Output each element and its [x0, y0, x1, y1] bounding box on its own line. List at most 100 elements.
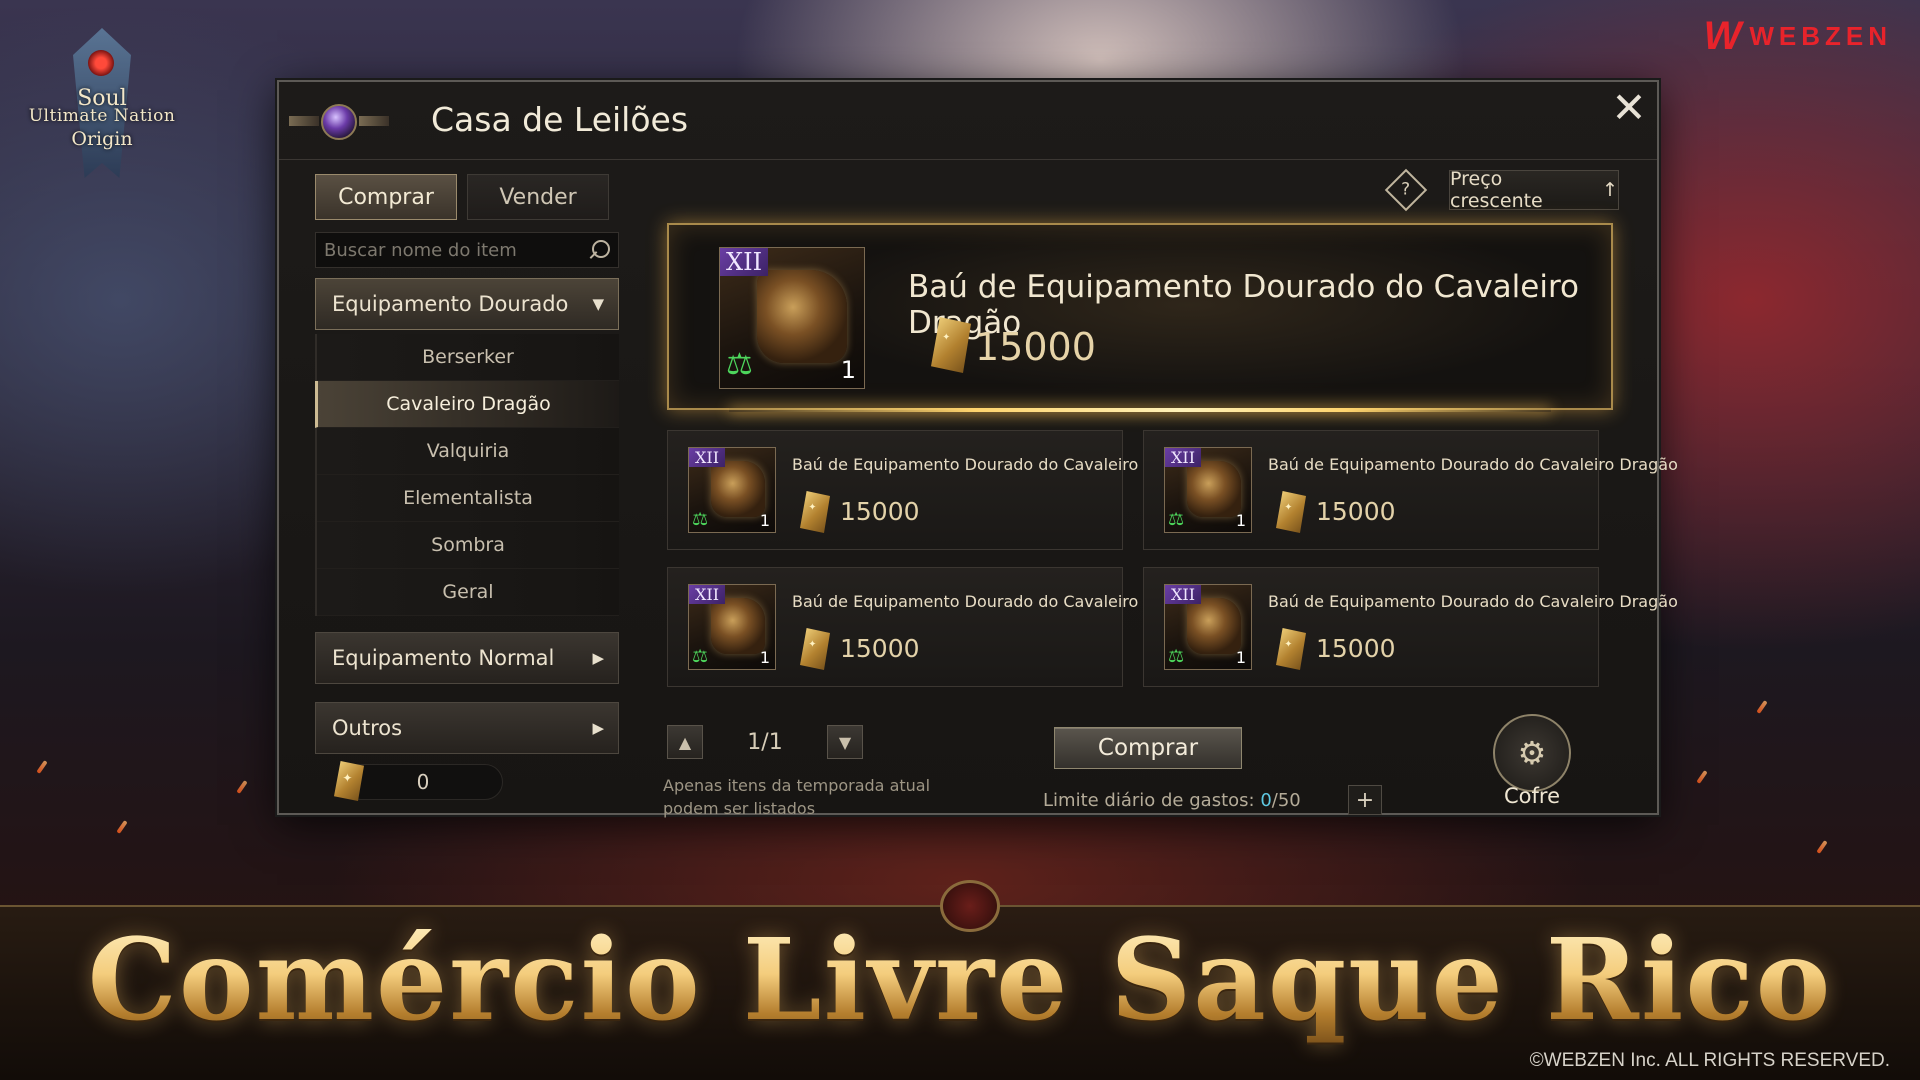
season-note-line1: Apenas itens da temporada atual [663, 776, 931, 795]
pagination: ▲ 1/1 ▼ [667, 725, 863, 759]
subcategory-berserker[interactable]: Berserker [317, 334, 619, 381]
search-icon[interactable] [586, 238, 610, 262]
chest-icon [757, 270, 847, 363]
subcategory-valkyrie[interactable]: Valquiria [317, 428, 619, 475]
item-price: 15000 [975, 325, 1096, 369]
chevron-down-icon: ▼ [592, 295, 604, 313]
item-thumbnail: XII ⚖ 1 [688, 447, 776, 533]
item-name: Baú de Equipamento Dourado do Cavaleiro … [1268, 455, 1678, 474]
ember-decoration [116, 820, 128, 834]
chest-icon [1187, 598, 1241, 654]
tradable-scale-icon: ⚖ [1168, 646, 1185, 667]
sort-label: Preço crescente [1450, 168, 1543, 212]
publisher-name: WEBZEN [1749, 21, 1892, 51]
category-golden-equipment[interactable]: Equipamento Dourado ▼ [315, 278, 619, 330]
item-quantity: 1 [1235, 648, 1246, 667]
auction-house-window: Casa de Leilões ✕ Comprar Vender Equipam… [277, 80, 1678, 818]
wing-ornament-left [289, 116, 319, 126]
item-price: 15000 [1316, 497, 1396, 526]
close-button[interactable]: ✕ [1607, 86, 1651, 130]
item-name: Baú de Equipamento Dourado do Cavaleiro … [792, 592, 1202, 611]
plus-icon: + [1355, 787, 1375, 813]
item-quantity: 1 [1235, 511, 1246, 530]
help-button[interactable]: ? [1384, 168, 1428, 212]
tier-badge: XII [689, 585, 726, 604]
page-up-button[interactable]: ▲ [667, 725, 703, 759]
publisher-logo: W WEBZEN [1704, 14, 1892, 59]
category-normal-equipment[interactable]: Equipamento Normal ▶ [315, 632, 619, 684]
item-name: Baú de Equipamento Dourado do Cavaleiro … [1268, 592, 1678, 611]
tab-buy[interactable]: Comprar [315, 174, 457, 220]
category-label: Outros [332, 716, 403, 740]
gem-icon [321, 104, 357, 140]
tier-badge: XII [689, 448, 726, 467]
listing-card[interactable]: XII ⚖ 1 Baú de Equipamento Dourado do Ca… [667, 567, 1202, 687]
increase-limit-button[interactable]: + [1348, 785, 1382, 815]
currency-balance-value: 0 [416, 770, 430, 794]
item-thumbnail: XII ⚖ 1 [1164, 447, 1252, 533]
listing-card[interactable]: XII ⚖ 1 Baú de Equipamento Dourado do Ca… [1143, 567, 1678, 687]
item-quantity: 1 [759, 648, 770, 667]
currency-balance: 0 [334, 761, 503, 801]
tradable-scale-icon: ⚖ [692, 646, 709, 667]
tradable-scale-icon: ⚖ [726, 347, 753, 382]
game-logo: Soul Ultimate Nation Origin [22, 28, 182, 188]
listing-card[interactable]: XII ⚖ 1 Baú de Equipamento Dourado do Ca… [1143, 430, 1678, 550]
category-label: Equipamento Dourado [332, 292, 569, 316]
limit-max: /50 [1271, 790, 1301, 811]
ember-decoration [1816, 840, 1828, 854]
eye-icon [88, 50, 114, 76]
tier-badge: XII [1165, 448, 1202, 467]
chest-icon [711, 461, 765, 517]
tab-sell[interactable]: Vender [467, 174, 609, 220]
limit-label: Limite diário de gastos: [1043, 790, 1255, 811]
wing-ornament-right [359, 116, 389, 126]
page-down-button[interactable]: ▼ [827, 725, 863, 759]
sort-button[interactable]: Preço crescente ↑ [1449, 168, 1619, 212]
ember-decoration [36, 760, 48, 774]
mode-tabs: Comprar Vender [315, 174, 629, 220]
banner-headline: Comércio Livre Saque Rico [0, 915, 1920, 1046]
arrow-up-icon: ↑ [1602, 179, 1618, 201]
subcategory-elementalist[interactable]: Elementalista [317, 475, 619, 522]
tradable-scale-icon: ⚖ [1168, 509, 1185, 530]
vault-label: Cofre [1504, 784, 1560, 808]
subcategory-list: Berserker Cavaleiro Dragão Valquiria Ele… [315, 334, 619, 616]
webzen-mark-icon: W [1703, 14, 1742, 58]
vault-button[interactable]: ⚙ Cofre [1487, 714, 1577, 810]
chevron-right-icon: ▶ [592, 719, 604, 737]
season-note: Apenas itens da temporada atual podem se… [663, 774, 930, 820]
logo-subtitle: Ultimate Nation [28, 106, 176, 126]
category-label: Equipamento Normal [332, 646, 555, 670]
ember-decoration [1696, 770, 1708, 784]
featured-listing[interactable]: XII ⚖ 1 Baú de Equipamento Dourado do Ca… [667, 223, 1613, 412]
tier-badge: XII [720, 248, 769, 276]
currency-coin-icon [1276, 491, 1306, 533]
item-name: Baú de Equipamento Dourado do Cavaleiro … [792, 455, 1202, 474]
item-thumbnail: XII ⚖ 1 [688, 584, 776, 670]
item-quantity: 1 [840, 356, 856, 384]
item-price: 15000 [840, 634, 920, 663]
buy-button[interactable]: Comprar [1054, 727, 1242, 769]
ember-decoration [1756, 700, 1768, 714]
close-icon: ✕ [1611, 83, 1647, 132]
ember-decoration [236, 780, 248, 794]
subcategory-dragon-knight[interactable]: Cavaleiro Dragão [315, 381, 619, 428]
subcategory-general[interactable]: Geral [317, 569, 619, 616]
category-others[interactable]: Outros ▶ [315, 702, 619, 754]
window-emblem [289, 94, 389, 152]
currency-coin-icon [800, 491, 830, 533]
currency-coin-icon [800, 628, 830, 670]
limit-used: 0 [1260, 790, 1272, 811]
logo-origin: Origin [71, 128, 133, 150]
window-header: Casa de Leilões ✕ [279, 82, 1657, 160]
currency-coin-icon [1276, 628, 1306, 670]
copyright-notice: ©WEBZEN Inc. ALL RIGHTS RESERVED. [1529, 1050, 1890, 1071]
search-input[interactable] [324, 239, 586, 261]
search-box [315, 232, 619, 268]
subcategory-shadow[interactable]: Sombra [317, 522, 619, 569]
chest-icon [1187, 461, 1241, 517]
listing-card[interactable]: XII ⚖ 1 Baú de Equipamento Dourado do Ca… [667, 430, 1202, 550]
vault-ring: ⚙ [1493, 714, 1571, 792]
tradable-scale-icon: ⚖ [692, 509, 709, 530]
